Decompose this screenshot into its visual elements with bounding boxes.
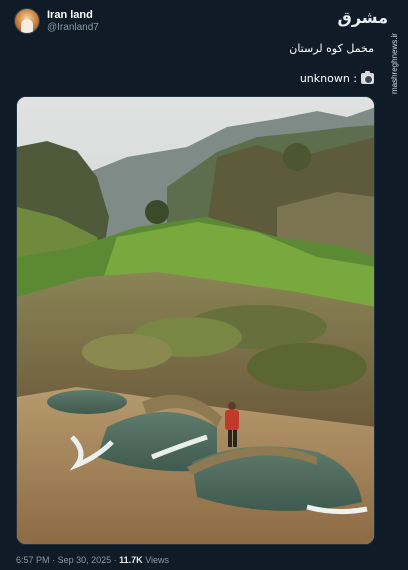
views-count: 11.7K <box>119 555 143 565</box>
camera-icon <box>361 71 374 84</box>
tweet-card: Iran land @Iranland7 مشرق mashreghnews.i… <box>0 0 408 570</box>
tweet-text-line1: مخمل کوه لرستان <box>289 42 374 55</box>
handle[interactable]: @Iranland7 <box>47 22 99 34</box>
avatar-figure <box>21 19 33 33</box>
display-name[interactable]: Iran land <box>47 9 99 22</box>
landscape-photo <box>17 97 374 544</box>
author-names: Iran land @Iranland7 <box>47 9 99 33</box>
tweet-meta: 6:57 PM · Sep 30, 2025 · 11.7K Views <box>16 555 169 565</box>
tweet-photo[interactable] <box>16 96 375 545</box>
tweet-header: Iran land @Iranland7 <box>14 8 99 34</box>
watermark-site: mashreghnews.ir <box>390 33 399 94</box>
avatar[interactable] <box>14 8 40 34</box>
meta-separator: · <box>113 555 117 565</box>
tweet-time[interactable]: 6:57 PM <box>16 555 50 565</box>
views-label: Views <box>145 555 170 565</box>
meta-separator: · <box>52 555 56 565</box>
photo-credit: unknown : <box>299 72 357 85</box>
tweet-text-line2: unknown : <box>299 71 374 85</box>
watermark-logo: مشرق <box>337 8 389 27</box>
tweet-date[interactable]: Sep 30, 2025 <box>58 555 112 565</box>
